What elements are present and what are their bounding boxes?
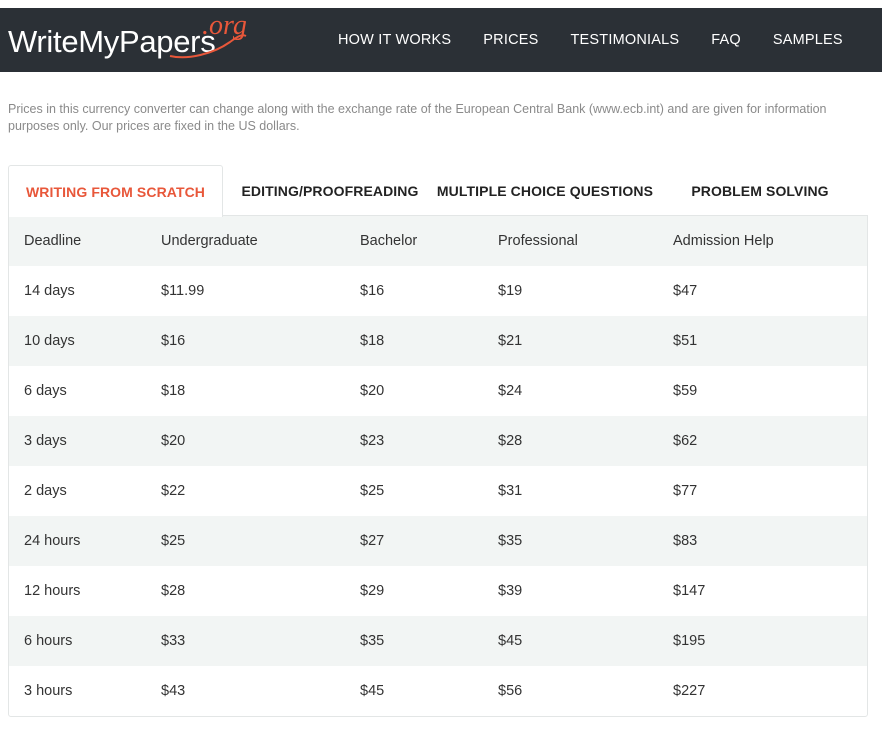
tab-problem-solving[interactable]: PROBLEM SOLVING [668,165,852,216]
site-header: WriteMyPapers .org HOW IT WORKS PRICES T… [0,8,882,72]
cell-deadline: 14 days [24,283,75,299]
cell-bachelor: $16 [360,283,385,299]
table-row: 24 hours $25 $27 $35 $83 [9,516,867,566]
nav-faq[interactable]: FAQ [711,32,741,48]
cell-deadline: 2 days [24,483,67,499]
table-row: 3 days $20 $23 $28 $62 [9,416,867,466]
cell-professional: $21 [498,333,523,349]
cell-deadline: 6 days [24,383,67,399]
cell-undergraduate: $28 [161,583,186,599]
cell-admission-help: $62 [673,433,698,449]
cell-bachelor: $27 [360,533,385,549]
main-nav: HOW IT WORKS PRICES TESTIMONIALS FAQ SAM… [338,8,875,72]
cell-bachelor: $25 [360,483,385,499]
cell-admission-help: $195 [673,633,706,649]
service-tabs: WRITING FROM SCRATCH EDITING/PROOFREADIN… [8,165,868,217]
cell-professional: $24 [498,383,523,399]
cell-professional: $56 [498,683,523,699]
cell-undergraduate: $11.99 [161,283,205,299]
cell-bachelor: $29 [360,583,385,599]
cell-deadline: 3 days [24,433,67,449]
table-row: 10 days $16 $18 $21 $51 [9,316,867,366]
cell-deadline: 10 days [24,333,75,349]
cell-deadline: 24 hours [24,533,81,549]
table-row: 2 days $22 $25 $31 $77 [9,466,867,516]
cell-undergraduate: $43 [161,683,186,699]
cell-bachelor: $18 [360,333,385,349]
currency-note: Prices in this currency converter can ch… [8,102,827,133]
cell-admission-help: $77 [673,483,698,499]
cell-deadline: 6 hours [24,633,73,649]
cell-bachelor: $45 [360,683,385,699]
nav-testimonials[interactable]: TESTIMONIALS [570,32,679,48]
nav-how-it-works[interactable]: HOW IT WORKS [338,32,451,48]
cell-admission-help: $47 [673,283,698,299]
header-undergraduate: Undergraduate [161,233,258,249]
cell-professional: $28 [498,433,523,449]
logo-domain-suffix: .org [202,10,247,41]
cell-bachelor: $23 [360,433,385,449]
price-table: Deadline Undergraduate Bachelor Professi… [8,215,868,717]
table-row: 6 hours $33 $35 $45 $195 [9,616,867,666]
cell-undergraduate: $16 [161,333,186,349]
cell-admission-help: $59 [673,383,698,399]
nav-samples[interactable]: SAMPLES [773,32,843,48]
header-admission-help: Admission Help [673,233,774,249]
header-bachelor: Bachelor [360,233,418,249]
cell-admission-help: $147 [673,583,706,599]
cell-professional: $35 [498,533,523,549]
header-deadline: Deadline [24,233,82,249]
cell-admission-help: $51 [673,333,698,349]
cell-deadline: 12 hours [24,583,81,599]
table-row: 6 days $18 $20 $24 $59 [9,366,867,416]
cell-professional: $39 [498,583,523,599]
cell-undergraduate: $33 [161,633,186,649]
cell-deadline: 3 hours [24,683,73,699]
cell-professional: $19 [498,283,523,299]
cell-bachelor: $35 [360,633,385,649]
tab-editing-proofreading[interactable]: EDITING/PROOFREADING [230,165,430,216]
table-row: 3 hours $43 $45 $56 $227 [9,666,867,716]
table-row: 14 days $11.99 $16 $19 $47 [9,266,867,316]
table-header-row: Deadline Undergraduate Bachelor Professi… [9,216,867,266]
tab-multiple-choice[interactable]: MULTIPLE CHOICE QUESTIONS [436,165,654,216]
table-row: 12 hours $28 $29 $39 $147 [9,566,867,616]
tab-writing-from-scratch[interactable]: WRITING FROM SCRATCH [8,165,223,217]
cell-undergraduate: $22 [161,483,186,499]
cell-bachelor: $20 [360,383,385,399]
cell-undergraduate: $18 [161,383,186,399]
cell-undergraduate: $20 [161,433,186,449]
cell-professional: $31 [498,483,523,499]
header-professional: Professional [498,233,578,249]
cell-professional: $45 [498,633,523,649]
cell-admission-help: $83 [673,533,698,549]
cell-admission-help: $227 [673,683,706,699]
cell-undergraduate: $25 [161,533,186,549]
nav-prices[interactable]: PRICES [483,32,538,48]
